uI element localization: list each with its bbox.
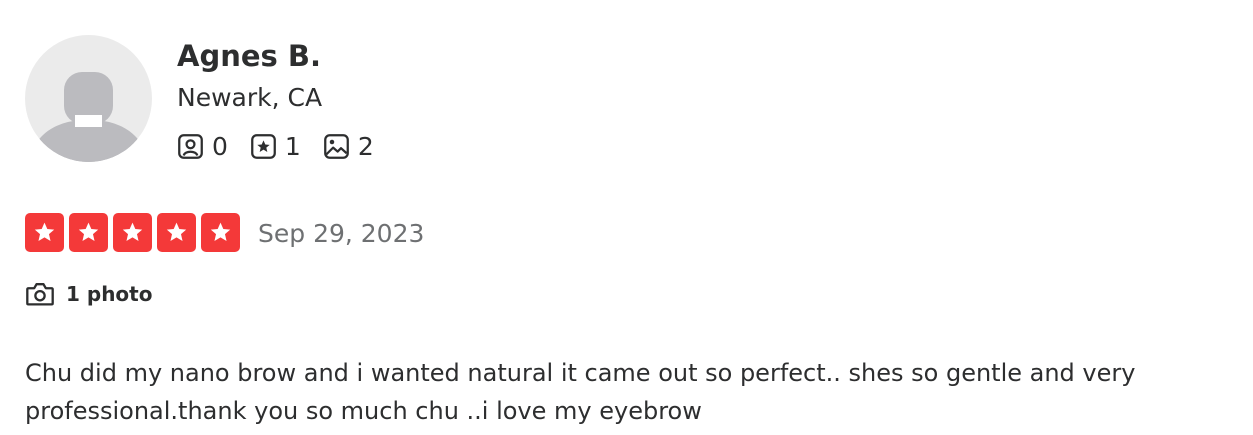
star-icon: [201, 213, 240, 252]
photos-icon: [323, 133, 349, 159]
user-stats: 0 1 2: [177, 130, 396, 162]
review-text: Chu did my nano brow and i wanted natura…: [25, 359, 1136, 425]
photos-stat: 2: [323, 132, 374, 161]
reviews-count: 1: [284, 131, 301, 161]
star-rating: [25, 213, 245, 252]
friends-icon: [178, 133, 203, 159]
reviews-stat: 1: [250, 132, 301, 161]
star-icon: [113, 213, 152, 252]
friends-count: 0: [212, 131, 228, 161]
friends-stat: 0: [177, 132, 228, 161]
star-icon: [25, 213, 64, 252]
user-location: Newark, CA: [177, 83, 323, 112]
camera-icon: [26, 283, 54, 306]
photos-count: 2: [357, 131, 374, 161]
star-icon: [69, 213, 108, 252]
star-icon: [157, 213, 196, 252]
default-user-icon: [30, 72, 147, 162]
review-star-icon: [251, 133, 276, 159]
user-name[interactable]: Agnes B.: [177, 38, 321, 74]
review-date: Sep 29, 2023: [258, 219, 425, 248]
photo-link[interactable]: 1 photo: [25, 280, 152, 308]
photo-count-label[interactable]: 1 photo: [66, 282, 152, 306]
avatar[interactable]: [25, 35, 152, 162]
